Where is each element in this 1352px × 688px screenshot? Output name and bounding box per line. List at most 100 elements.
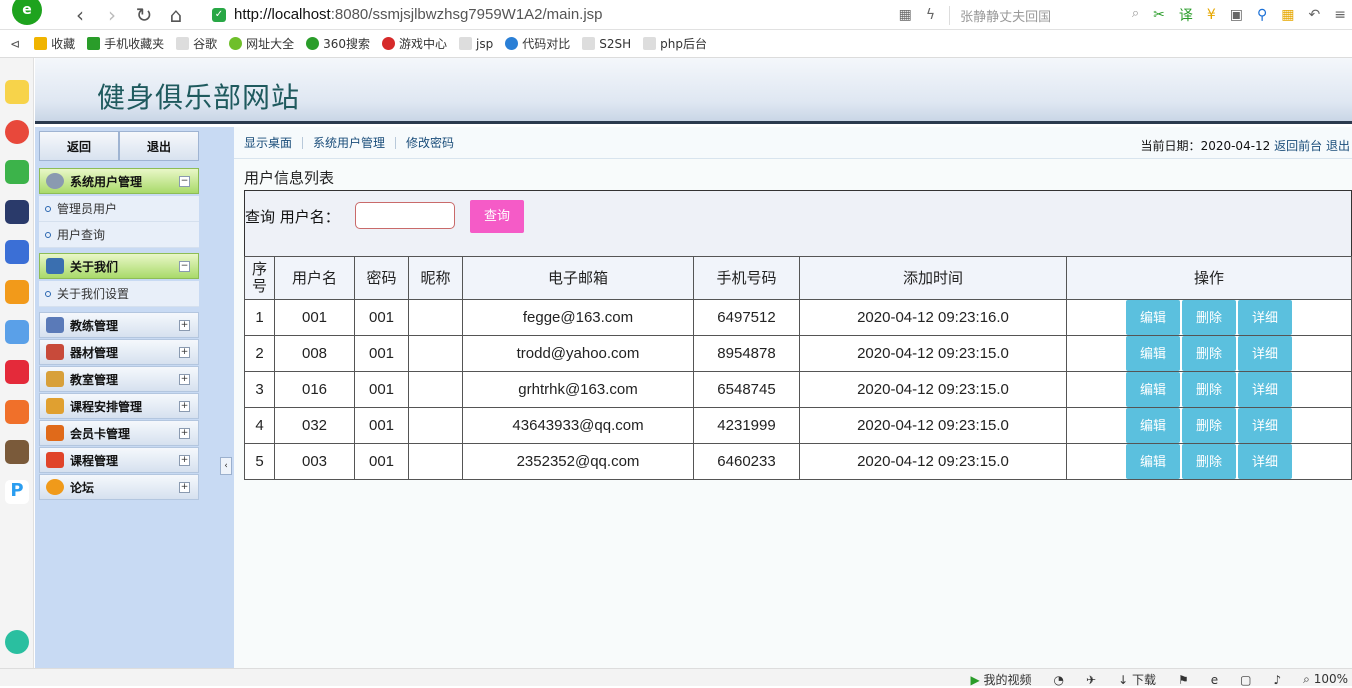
expand-icon[interactable]: + xyxy=(179,320,190,331)
weibo-icon[interactable] xyxy=(5,120,29,144)
undo-icon[interactable]: ↶ xyxy=(1309,7,1321,23)
bookmark-item[interactable]: 谷歌 xyxy=(176,35,217,52)
bookmark-item[interactable]: 代码对比 xyxy=(505,35,570,52)
bookmark-item[interactable]: 网址大全 xyxy=(229,35,294,52)
bookmark-item[interactable]: S2SH xyxy=(582,37,631,51)
return-front-link[interactable]: 返回前台 xyxy=(1274,139,1322,153)
star-icon xyxy=(34,37,48,50)
page-icon xyxy=(176,37,190,50)
menu-item-about-settings[interactable]: 关于我们设置 xyxy=(39,281,199,307)
video-link[interactable]: ▶ 我的视频 xyxy=(970,671,1031,688)
menu-item-label: 用户查询 xyxy=(57,228,106,242)
menu-group-schedule[interactable]: 课程安排管理 + xyxy=(39,393,199,419)
username-search-input[interactable] xyxy=(355,202,455,229)
screenshot-icon[interactable]: ▣ xyxy=(1230,7,1243,23)
edit-button[interactable]: 编辑 xyxy=(1126,336,1180,371)
menu-item-admin-users[interactable]: 管理员用户 xyxy=(39,196,199,222)
link-system-users[interactable]: 系统用户管理 xyxy=(303,136,397,149)
pin-icon[interactable]: ✈ xyxy=(1086,673,1096,687)
menu-group-about[interactable]: 关于我们 − xyxy=(39,253,199,279)
expand-icon[interactable]: + xyxy=(179,347,190,358)
menu-group-classrooms[interactable]: 教室管理 + xyxy=(39,366,199,392)
menu-group-member-cards[interactable]: 会员卡管理 + xyxy=(39,420,199,446)
game-app-icon[interactable] xyxy=(5,320,29,344)
delete-button[interactable]: 删除 xyxy=(1182,408,1236,443)
ie-icon[interactable]: e xyxy=(1211,673,1218,687)
detail-button[interactable]: 详细 xyxy=(1238,372,1292,407)
mail-icon[interactable] xyxy=(5,160,29,184)
game3-icon[interactable] xyxy=(5,440,29,464)
search-button[interactable]: 查询 xyxy=(470,200,524,233)
url-field[interactable]: ✓ http://localhost:8080/ssmjsjlbwzhsg795… xyxy=(212,6,603,23)
expand-icon[interactable]: + xyxy=(179,374,190,385)
menu-group-forum[interactable]: 论坛 + xyxy=(39,474,199,500)
p-app-icon[interactable]: P xyxy=(5,480,29,504)
expand-icon[interactable]: + xyxy=(179,455,190,466)
lightning-icon[interactable]: ϟ xyxy=(926,7,935,23)
edit-button[interactable]: 编辑 xyxy=(1126,444,1180,479)
word-icon[interactable] xyxy=(5,240,29,264)
detail-button[interactable]: 详细 xyxy=(1238,444,1292,479)
delete-button[interactable]: 删除 xyxy=(1182,372,1236,407)
detail-button[interactable]: 详细 xyxy=(1238,408,1292,443)
delete-button[interactable]: 删除 xyxy=(1182,300,1236,335)
collapse-nav-handle[interactable]: ‹ xyxy=(220,457,232,475)
news-icon[interactable] xyxy=(5,200,29,224)
game2-icon[interactable] xyxy=(5,400,29,424)
qr-icon[interactable]: ▦ xyxy=(899,7,912,23)
bookmark-item[interactable]: 游戏中心 xyxy=(382,35,447,52)
bookmark-item[interactable]: jsp xyxy=(459,37,493,51)
magnifier-icon[interactable]: ⚲ xyxy=(1257,7,1267,23)
redbook-icon[interactable] xyxy=(5,360,29,384)
detail-button[interactable]: 详细 xyxy=(1238,336,1292,371)
menu-group-system-users[interactable]: 系统用户管理 − xyxy=(39,168,199,194)
collapse-sidebar-icon[interactable]: ⊲ xyxy=(10,37,20,51)
course-icon xyxy=(46,452,64,468)
novel-icon[interactable] xyxy=(5,280,29,304)
menu-group-equipment[interactable]: 器材管理 + xyxy=(39,339,199,365)
edit-button[interactable]: 编辑 xyxy=(1126,300,1180,335)
expand-icon[interactable]: + xyxy=(179,428,190,439)
collapse-icon[interactable]: − xyxy=(179,261,190,272)
link-show-desktop[interactable]: 显示桌面 xyxy=(234,136,304,149)
menu-group-courses[interactable]: 课程管理 + xyxy=(39,447,199,473)
menu-group-coaches[interactable]: 教练管理 + xyxy=(39,312,199,338)
bookmark-item[interactable]: php后台 xyxy=(643,35,707,52)
bookmark-item[interactable]: 手机收藏夹 xyxy=(87,35,164,52)
delete-button[interactable]: 删除 xyxy=(1182,336,1236,371)
logout-button[interactable]: 退出 xyxy=(119,131,199,161)
browser-search-input[interactable]: 张静静丈夫回国 ⌕ xyxy=(949,5,1139,25)
flag-icon[interactable]: ⚑ xyxy=(1178,673,1189,687)
edit-button[interactable]: 编辑 xyxy=(1126,372,1180,407)
favorites-icon[interactable] xyxy=(5,80,29,104)
search-icon[interactable]: ⌕ xyxy=(1132,6,1139,25)
back-button[interactable]: 返回 xyxy=(39,131,119,161)
collapse-icon[interactable]: − xyxy=(179,176,190,187)
window-icon[interactable]: ▢ xyxy=(1240,673,1251,687)
detail-button[interactable]: 详细 xyxy=(1238,300,1292,335)
download-link[interactable]: ↓ 下载 xyxy=(1118,671,1156,688)
bookmark-item[interactable]: 360搜索 xyxy=(306,35,370,52)
home-icon[interactable]: ⌂ xyxy=(160,3,192,27)
scissors-icon[interactable]: ✂ xyxy=(1153,7,1165,23)
expand-icon[interactable]: + xyxy=(179,401,190,412)
reload-icon[interactable]: ↻ xyxy=(128,3,160,27)
forward-arrow-icon[interactable]: › xyxy=(96,3,128,27)
translate-icon[interactable]: 译 xyxy=(1179,5,1193,25)
coin-icon[interactable]: ¥ xyxy=(1207,7,1216,23)
bookmark-item[interactable]: 收藏 xyxy=(34,35,75,52)
back-arrow-icon[interactable]: ‹ xyxy=(64,3,96,27)
delete-button[interactable]: 删除 xyxy=(1182,444,1236,479)
link-change-password[interactable]: 修改密码 xyxy=(396,137,464,149)
edit-button[interactable]: 编辑 xyxy=(1126,408,1180,443)
expand-icon[interactable]: + xyxy=(179,482,190,493)
exit-link[interactable]: 退出 xyxy=(1326,139,1350,153)
plus-app-icon[interactable] xyxy=(5,630,29,654)
menu-item-user-query[interactable]: 用户查询 xyxy=(39,222,199,248)
apps-grid-icon[interactable]: ▦ xyxy=(1281,7,1294,23)
menu-icon[interactable]: ≡ xyxy=(1334,7,1346,23)
zoom-control[interactable]: ⌕ 100% xyxy=(1303,672,1348,687)
volume-icon[interactable]: ♪ xyxy=(1273,673,1281,687)
speed-icon[interactable]: ◔ xyxy=(1054,673,1064,687)
classroom-icon xyxy=(46,371,64,387)
